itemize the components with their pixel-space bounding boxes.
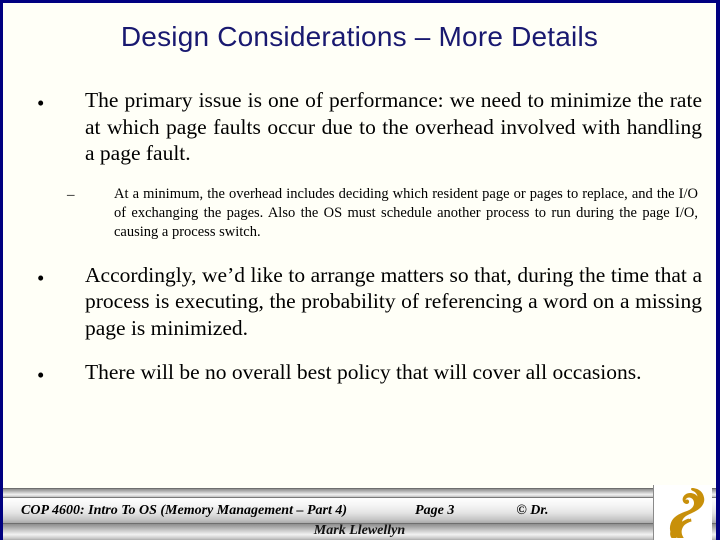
sub-bullet-item-1: – At a minimum, the overhead includes de… bbox=[3, 185, 716, 242]
footer-page-number: Page 3 bbox=[415, 503, 455, 518]
footer-course-label: COP 4600: Intro To OS (Memory Management… bbox=[21, 503, 348, 518]
bullet-marker-icon: • bbox=[37, 265, 45, 290]
bullet-marker-icon: • bbox=[37, 363, 45, 387]
footer-copyright-label: © Dr. bbox=[516, 503, 549, 518]
slide-footer: COP 4600: Intro To OS (Memory Management… bbox=[3, 485, 716, 540]
bullet-text-1: The primary issue is one of performance:… bbox=[85, 88, 702, 165]
slide-title: Design Considerations – More Details bbox=[120, 21, 599, 52]
bullet-text-3: There will be no overall best policy tha… bbox=[85, 360, 642, 384]
dash-marker-icon: – bbox=[67, 186, 75, 203]
bullet-item-1: • The primary issue is one of performanc… bbox=[3, 87, 716, 167]
bullet-marker-icon: • bbox=[37, 91, 45, 115]
footer-main-bar: COP 4600: Intro To OS (Memory Management… bbox=[3, 497, 716, 525]
slide-body: • The primary issue is one of performanc… bbox=[3, 87, 716, 404]
footer-author-label: Mark Llewellyn bbox=[313, 523, 406, 538]
sub-bullet-text-1: At a minimum, the overhead includes deci… bbox=[114, 185, 698, 240]
presentation-slide: Design Considerations – More Details • T… bbox=[0, 0, 720, 540]
ucf-pegasus-logo bbox=[653, 485, 712, 540]
bullet-item-2: • Accordingly, we’d like to arrange matt… bbox=[3, 262, 716, 342]
bullet-text-2: Accordingly, we’d like to arrange matter… bbox=[85, 262, 702, 340]
bullet-item-3: • There will be no overall best policy t… bbox=[3, 359, 716, 386]
